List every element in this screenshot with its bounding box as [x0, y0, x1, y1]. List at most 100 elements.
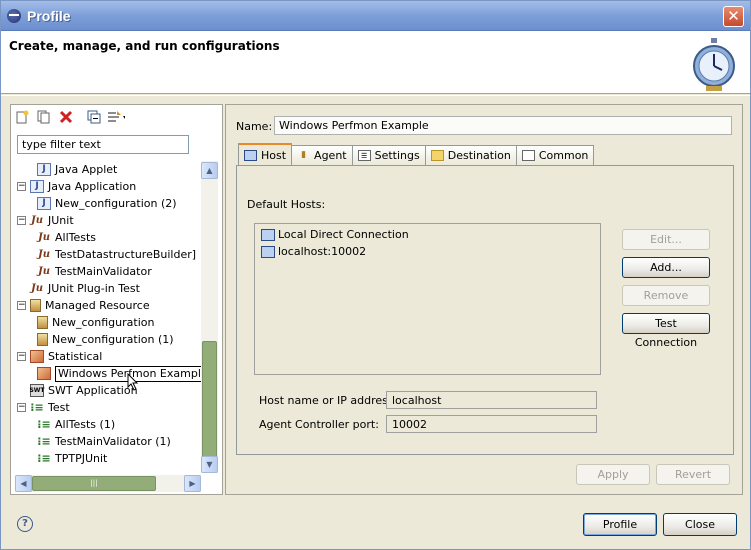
header-separator	[1, 95, 750, 96]
expand-toggle-icon[interactable]: −	[17, 216, 26, 225]
tree-item[interactable]: Windows Perfmon Example	[37, 365, 201, 382]
tree-item[interactable]: J Java Applet	[37, 161, 117, 178]
tree-item[interactable]: ⁝≡ TestMainValidator (1)	[37, 433, 171, 450]
filter-icon[interactable]	[107, 108, 125, 126]
tree-item-label: AllTests (1)	[55, 418, 116, 431]
name-label: Name:	[236, 120, 273, 133]
host-tab-panel: Default Hosts: Local Direct Connection l…	[236, 165, 734, 455]
tree-item-label: AllTests	[55, 231, 97, 244]
stat-config-icon	[30, 350, 44, 363]
host-icon	[244, 149, 257, 161]
tab-host[interactable]: Host	[238, 143, 293, 165]
expand-toggle-icon[interactable]: −	[17, 182, 26, 191]
ju-config-icon: Ju	[37, 266, 50, 277]
common-icon	[521, 150, 535, 161]
delete-icon[interactable]	[57, 108, 75, 126]
tab-agent-label: Agent	[314, 149, 347, 162]
expand-toggle-icon[interactable]: −	[17, 403, 26, 412]
eclipse-icon	[7, 9, 21, 23]
scroll-right-icon[interactable]: ▶	[184, 475, 201, 492]
name-field[interactable]: Windows Perfmon Example	[274, 116, 732, 135]
java-config-icon: J	[37, 197, 51, 210]
tab-common[interactable]: Common	[515, 145, 595, 165]
tree-item-label: TPTPJUnit	[55, 452, 108, 465]
tree-item-label: Java Application	[48, 180, 137, 193]
close-button[interactable]: Close	[663, 513, 737, 536]
res-config-icon	[30, 299, 41, 312]
mouse-pointer-icon	[127, 373, 139, 391]
scroll-up-icon[interactable]: ▲	[201, 162, 218, 179]
apply-button[interactable]: Apply	[576, 464, 650, 485]
scroll-left-icon[interactable]: ◀	[15, 475, 32, 492]
test-config-icon: ⁝≡	[30, 401, 44, 414]
port-field[interactable]: 10002	[386, 415, 597, 433]
tree-item[interactable]: J New_configuration (2)	[37, 195, 177, 212]
new-config-icon[interactable]	[13, 108, 31, 126]
profile-button[interactable]: Profile	[583, 513, 657, 536]
stat-config-icon	[37, 367, 51, 380]
config-tree-pane: type filter text J Java Applet − J Java Appl…	[10, 104, 223, 495]
collapse-all-icon[interactable]	[85, 108, 103, 126]
tree-item-label: Statistical	[48, 350, 103, 363]
scroll-thumb[interactable]	[202, 341, 217, 458]
tree-item[interactable]: New_configuration (1)	[37, 331, 174, 348]
expand-toggle-icon[interactable]: −	[17, 301, 26, 310]
revert-button[interactable]: Revert	[656, 464, 730, 485]
tab-destination[interactable]: Destination	[424, 145, 517, 165]
tree-item[interactable]: − Statistical	[17, 348, 102, 365]
tab-common-label: Common	[538, 149, 589, 162]
tree-item[interactable]: Ju TestMainValidator	[37, 263, 152, 280]
ju-config-icon: Ju	[37, 232, 50, 243]
list-item[interactable]: localhost:10002	[261, 243, 366, 260]
tree-item[interactable]: New_configuration	[37, 314, 154, 331]
filter-input[interactable]: type filter text	[17, 135, 189, 154]
hosts-list[interactable]: Local Direct Connection localhost:10002	[254, 223, 601, 375]
tab-agent[interactable]: ▮ Agent	[291, 145, 353, 165]
tree-item[interactable]: Ju TestDatastructureBuilder]	[37, 246, 196, 263]
tree-item-label: JUnit	[48, 214, 74, 227]
help-icon[interactable]: ?	[17, 516, 33, 532]
tree-item[interactable]: Ju JUnit Plug-in Test	[17, 280, 140, 297]
tree-item-label: SWT Application	[48, 384, 138, 397]
tree-item[interactable]: Ju AllTests	[37, 229, 96, 246]
tree-item[interactable]: ⁝≡ AllTests (1)	[37, 416, 115, 433]
tree-item-label: JUnit Plug-in Test	[48, 282, 140, 295]
list-item[interactable]: Local Direct Connection	[261, 226, 409, 243]
scroll-thumb-horizontal[interactable]: |||	[32, 476, 156, 491]
port-label: Agent Controller port:	[259, 418, 379, 431]
hostname-field[interactable]: localhost	[386, 391, 597, 409]
expand-toggle-icon[interactable]: −	[17, 352, 26, 361]
test-config-icon: ⁝≡	[37, 435, 51, 448]
tree-item[interactable]: − ⁝≡ Test	[17, 399, 70, 416]
tab-host-label: Host	[261, 148, 287, 162]
test-connection-button[interactable]: Test Connection	[622, 313, 710, 349]
tree-horizontal-scrollbar[interactable]: ◀ ||| ▶	[15, 475, 201, 492]
config-tree[interactable]: J Java Applet − J Java Application J New_confi…	[15, 161, 201, 466]
tree-item-label: Java Applet	[55, 163, 118, 176]
tree-item[interactable]: − Managed Resource	[17, 297, 150, 314]
dialog-header: Create, manage, and run configurations	[1, 31, 750, 94]
add-button[interactable]: Add...	[622, 257, 710, 278]
settings-icon: ☰	[357, 150, 371, 161]
tree-item[interactable]: SWT SWT Application	[17, 382, 138, 399]
remove-button[interactable]: Remove	[622, 285, 710, 306]
tree-item[interactable]: − Ju JUnit	[17, 212, 74, 229]
tree-item[interactable]: ⁝≡ TPTPJUnit	[37, 450, 107, 466]
java-config-icon: J	[30, 180, 44, 193]
hostname-label: Host name or IP address:	[259, 394, 398, 407]
tab-destination-label: Destination	[447, 149, 511, 162]
tree-item[interactable]: − J Java Application	[17, 178, 136, 195]
folder-icon	[430, 150, 444, 161]
header-title: Create, manage, and run configurations	[9, 39, 280, 53]
tab-settings[interactable]: ☰ Settings	[351, 145, 426, 165]
agent-icon: ▮	[301, 150, 307, 160]
swt-config-icon: SWT	[29, 384, 45, 397]
tree-item-label: New_configuration	[52, 316, 155, 329]
scroll-down-icon[interactable]: ▼	[201, 456, 218, 473]
edit-button[interactable]: Edit...	[622, 229, 710, 250]
title-bar[interactable]: Profile ✕	[1, 1, 750, 31]
tree-vertical-scrollbar[interactable]: ▲ ▼	[201, 161, 218, 473]
ju-config-icon: Ju	[30, 215, 43, 226]
duplicate-icon[interactable]	[35, 108, 53, 126]
close-icon[interactable]: ✕	[723, 6, 744, 27]
